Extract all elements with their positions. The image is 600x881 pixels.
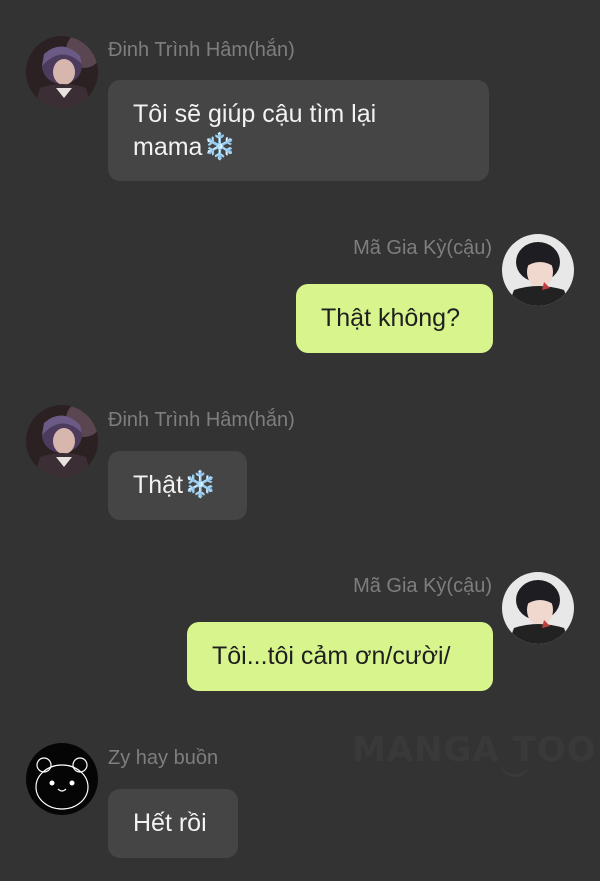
sender-name: Zy hay buồn: [108, 747, 219, 769]
boy-avatar-icon: [502, 572, 574, 644]
black-bear-avatar-icon: [26, 743, 98, 815]
message-bubble[interactable]: Hết rồi: [108, 789, 238, 858]
avatar[interactable]: [26, 36, 98, 108]
snowflake-icon: ❄️: [184, 470, 217, 500]
snowflake-icon: ❄️: [203, 131, 236, 162]
avatar[interactable]: [502, 572, 574, 644]
message-bubble[interactable]: Tôi...tôi cảm ơn/cười/: [187, 622, 493, 691]
message-text: Thật❄️: [133, 470, 217, 500]
message-bubble[interactable]: Thật không?: [296, 284, 493, 353]
message-bubble[interactable]: Thật❄️: [108, 451, 247, 520]
avatar[interactable]: [26, 743, 98, 815]
message-text: Tôi...tôi cảm ơn/cười/: [212, 642, 451, 670]
watermark-smile-icon: [500, 760, 530, 777]
message-text: Thật không?: [321, 304, 460, 332]
boy-avatar-icon: [502, 234, 574, 306]
avatar[interactable]: [502, 234, 574, 306]
message-bubble[interactable]: Tôi sẽ giúp cậu tìm lại mama❄️: [108, 80, 489, 181]
message-text: Hết rồi: [133, 809, 207, 837]
message-text: Tôi sẽ giúp cậu tìm lại mama❄️: [133, 99, 377, 162]
sender-name: Mã Gia Kỳ(cậu): [353, 575, 492, 597]
dark-haired-boy-avatar-icon: [26, 36, 98, 108]
mangatoon-watermark: MANGA TOON: [352, 730, 600, 770]
avatar[interactable]: [26, 405, 98, 477]
sender-name: Mã Gia Kỳ(cậu): [353, 237, 492, 259]
dark-haired-boy-avatar-icon: [26, 405, 98, 477]
sender-name: Đinh Trình Hâm(hắn): [108, 409, 295, 431]
sender-name: Đinh Trình Hâm(hắn): [108, 39, 295, 61]
